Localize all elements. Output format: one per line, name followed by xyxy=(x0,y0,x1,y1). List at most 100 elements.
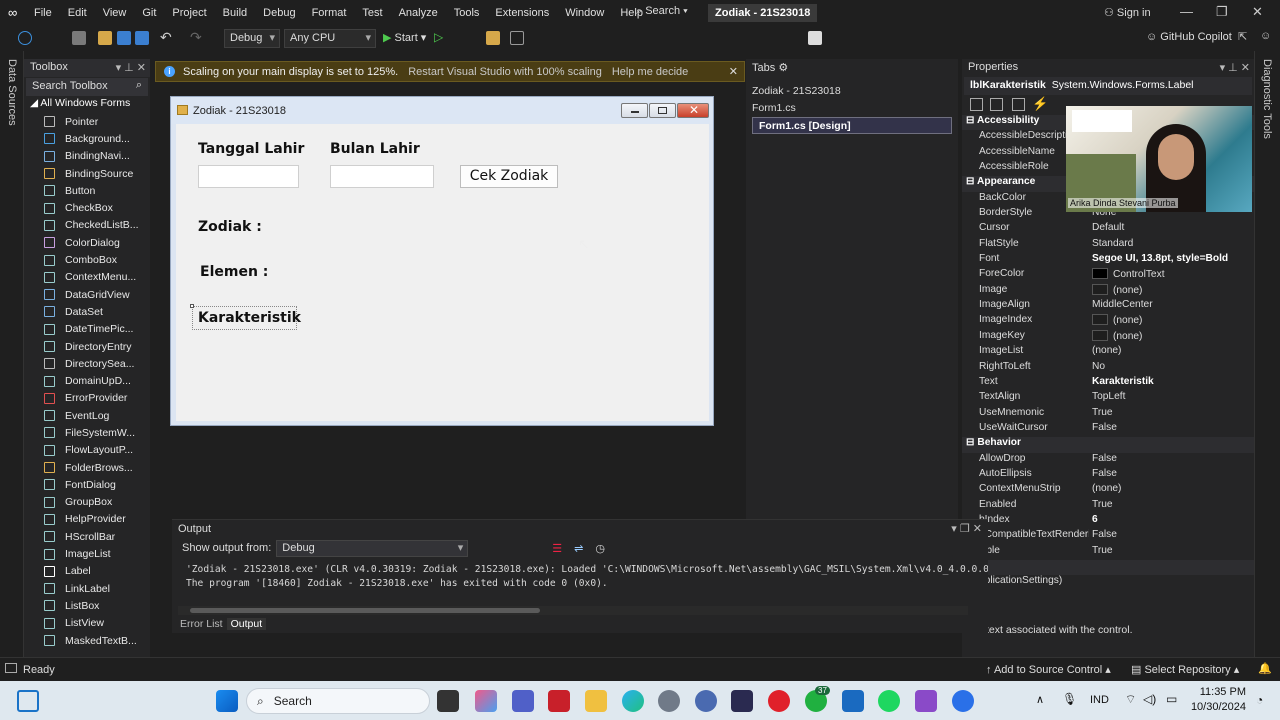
label-zodiak[interactable]: Zodiak : xyxy=(198,219,262,235)
property-value[interactable]: (none) xyxy=(1089,483,1254,498)
label-karakteristik-selection[interactable]: Karakteristik xyxy=(192,306,301,330)
toolbox-item[interactable]: FontDialog xyxy=(24,476,150,493)
sign-in-button[interactable]: ⚇ Sign in xyxy=(1104,6,1151,19)
menu-item-tools[interactable]: Tools xyxy=(446,0,488,27)
wifi-icon[interactable]: ⌔ xyxy=(1125,692,1136,707)
chevron-up-icon[interactable]: ∧ xyxy=(1036,693,1044,706)
spotify-icon[interactable] xyxy=(878,690,900,712)
add-to-source-control-button[interactable]: ↑ Add to Source Control ▴ xyxy=(986,663,1111,676)
windows-start-icon[interactable] xyxy=(216,690,238,712)
toolbox-item[interactable]: BindingSource xyxy=(24,165,150,182)
word-wrap-icon[interactable]: ⇌ xyxy=(574,542,583,555)
redo-icon[interactable]: ↷ xyxy=(190,29,202,46)
property-row[interactable]: Font Segoe UI, 13.8pt, style=Bold xyxy=(962,253,1254,268)
toolbox-item[interactable]: LinkLabel xyxy=(24,580,150,597)
label-karakteristik[interactable]: Karakteristik xyxy=(198,310,301,326)
menu-item-view[interactable]: View xyxy=(95,0,135,27)
property-row[interactable]: Cursor Default xyxy=(962,222,1254,237)
properties-icon[interactable] xyxy=(1012,98,1025,111)
toolbox-item[interactable]: ComboBox xyxy=(24,251,150,268)
property-row[interactable]: bIndex 6 xyxy=(962,514,1254,529)
menu-item-edit[interactable]: Edit xyxy=(60,0,95,27)
toolbox-item[interactable]: DirectorySea... xyxy=(24,355,150,372)
language-indicator[interactable]: IND xyxy=(1090,694,1109,706)
start-button[interactable]: ▶ Start ▾ xyxy=(383,31,426,44)
toolbox-item[interactable]: CheckedListB... xyxy=(24,217,150,234)
microphone-icon[interactable]: 🎙 xyxy=(1062,692,1077,706)
opera-icon[interactable] xyxy=(768,690,790,712)
toolbox-item[interactable]: FlowLayoutP... xyxy=(24,442,150,459)
categorized-icon[interactable] xyxy=(970,98,983,111)
property-value[interactable]: False xyxy=(1089,529,1254,544)
property-value[interactable]: Default xyxy=(1089,222,1254,237)
property-value[interactable]: Segoe UI, 13.8pt, style=Bold xyxy=(1089,253,1254,268)
menu-item-git[interactable]: Git xyxy=(134,0,164,27)
toolbox-item[interactable]: ListView xyxy=(24,615,150,632)
gear-icon[interactable]: ⚙ xyxy=(778,62,788,74)
vlc-like-icon[interactable] xyxy=(731,690,753,712)
property-value[interactable]: True xyxy=(1089,545,1254,560)
menu-item-format[interactable]: Format xyxy=(304,0,355,27)
toolbox-item[interactable]: DateTimePic... xyxy=(24,321,150,338)
property-row[interactable]: ForeColor ControlText xyxy=(962,268,1254,283)
toolbox-search-input[interactable]: Search Toolbox ⌕ xyxy=(26,78,148,96)
toolbox-item[interactable]: DirectoryEntry xyxy=(24,338,150,355)
terminal-icon[interactable] xyxy=(437,690,459,712)
minimize-icon[interactable]: — xyxy=(1180,4,1193,19)
close-icon[interactable]: ✕ xyxy=(729,65,738,78)
taskbar-search-box[interactable]: ⌕ Search xyxy=(246,688,430,714)
tabs-item[interactable]: Form1.cs xyxy=(746,100,958,117)
toolbox-item[interactable]: ColorDialog xyxy=(24,234,150,251)
search-button[interactable]: ⌕ Search ▾ xyxy=(636,5,688,18)
menu-item-build[interactable]: Build xyxy=(215,0,255,27)
toolbox-item[interactable]: GroupBox xyxy=(24,494,150,511)
save-all-icon[interactable] xyxy=(135,31,149,45)
property-value[interactable]: TopLeft xyxy=(1089,391,1254,406)
mcafee-icon[interactable] xyxy=(548,690,570,712)
property-value[interactable]: ControlText xyxy=(1089,268,1254,283)
diagnostic-tools-tab[interactable]: Diagnostic Tools xyxy=(1261,59,1273,139)
property-row[interactable]: sible True xyxy=(962,545,1254,560)
form-client-area[interactable]: Tanggal Lahir Bulan Lahir Cek Zodiak Zod… xyxy=(176,124,709,421)
property-row[interactable]: AutoEllipsis False xyxy=(962,468,1254,483)
toolbox-item[interactable]: Background... xyxy=(24,130,150,147)
format-icon[interactable] xyxy=(808,31,822,45)
property-value[interactable]: No xyxy=(1089,361,1254,376)
property-row[interactable]: ImageList (none) xyxy=(962,345,1254,360)
toolbox-item[interactable]: HScrollBar xyxy=(24,528,150,545)
clock-icon[interactable]: ◷ xyxy=(595,542,605,555)
button-cek-zodiak[interactable]: Cek Zodiak xyxy=(460,165,558,188)
toolbox-item[interactable]: ListBox xyxy=(24,597,150,614)
property-value[interactable]: Karakteristik xyxy=(1089,376,1254,391)
property-row[interactable]: pplicationSettings) xyxy=(962,575,1254,590)
collapse-icon[interactable]: ⊟ xyxy=(966,437,977,448)
start-without-debugging-icon[interactable]: ▷ xyxy=(434,30,443,44)
events-icon[interactable]: ⚡ xyxy=(1032,96,1048,112)
property-category[interactable]: ⊟ ta xyxy=(962,559,1254,576)
toolbox-item[interactable]: Button xyxy=(24,182,150,199)
notifications-bell-icon[interactable]: 🔔 xyxy=(1258,662,1272,675)
property-row[interactable]: Image (none) xyxy=(962,283,1254,299)
toolbox-item[interactable]: MaskedTextB... xyxy=(24,632,150,649)
visual-studio-logo-icon[interactable]: ∞ xyxy=(8,6,24,20)
property-value[interactable]: 6 xyxy=(1089,514,1254,529)
navigate-back-icon[interactable] xyxy=(18,31,32,45)
teams-icon[interactable] xyxy=(512,690,534,712)
solution-explorer-icon[interactable] xyxy=(486,31,500,45)
property-value[interactable] xyxy=(1089,575,1254,590)
property-row[interactable]: ContextMenuStrip (none) xyxy=(962,483,1254,498)
platform-select[interactable]: Any CPU xyxy=(284,29,376,48)
copilot-icon[interactable] xyxy=(475,690,497,712)
notification-center-icon[interactable]: ◔ xyxy=(1256,693,1263,707)
tab-output[interactable]: Output xyxy=(226,618,267,630)
label-elemen[interactable]: Elemen : xyxy=(200,264,268,280)
settings-icon[interactable] xyxy=(658,690,680,712)
task-view-icon[interactable] xyxy=(17,690,39,712)
property-row[interactable]: ImageAlign MiddleCenter xyxy=(962,299,1254,314)
new-project-icon[interactable] xyxy=(72,31,86,45)
property-value[interactable]: (none) xyxy=(1089,329,1254,345)
toolbox-item[interactable]: FileSystemW... xyxy=(24,424,150,441)
layout-icon[interactable] xyxy=(510,31,524,45)
label-bulan-lahir[interactable]: Bulan Lahir xyxy=(330,141,420,157)
object-selector[interactable]: lblKarakteristik System.Windows.Forms.La… xyxy=(964,77,1252,95)
